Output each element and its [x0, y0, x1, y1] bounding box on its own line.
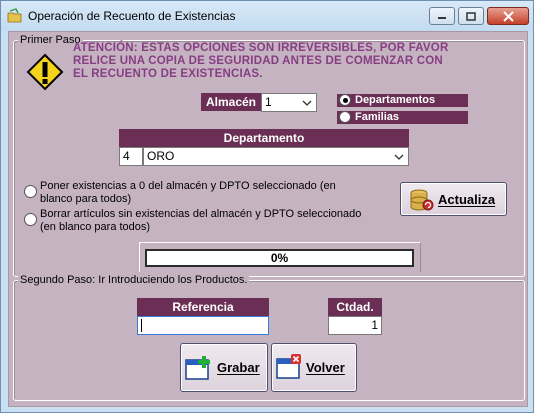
- dialog-body: Primer Paso ATENCIÓN: ESTAS OPCIONES SON…: [8, 31, 528, 407]
- app-folder-icon: [7, 8, 23, 24]
- radio-departamentos-dot[interactable]: [339, 94, 351, 106]
- volver-label: Volver: [306, 360, 345, 375]
- chevron-down-icon[interactable]: [299, 95, 314, 110]
- referencia-label: Referencia: [137, 298, 269, 316]
- title-bar[interactable]: Operación de Recuento de Existencias: [1, 1, 533, 31]
- window-close-icon: [276, 353, 304, 384]
- almacen-label: Almacén: [201, 93, 261, 111]
- window-add-icon: [185, 355, 213, 384]
- actualiza-button[interactable]: Actualiza: [400, 182, 507, 216]
- grabar-button[interactable]: Grabar: [180, 343, 268, 392]
- departamento-code-field[interactable]: 4: [119, 147, 143, 166]
- minimize-button[interactable]: [429, 7, 455, 25]
- maximize-icon: [466, 11, 476, 21]
- departamento-name: ORO: [147, 149, 175, 163]
- option-zero-label: Poner existencias a 0 del almacén y DPTO…: [40, 180, 336, 205]
- progress-bar: 0%: [145, 249, 414, 267]
- actualiza-label: Actualiza: [438, 192, 496, 207]
- step2-legend: Segundo Paso: Ir Introduciendo los Produ…: [18, 274, 250, 286]
- radio-familias-dot[interactable]: [339, 111, 351, 123]
- close-button[interactable]: [487, 7, 529, 25]
- volver-button[interactable]: Volver: [271, 343, 357, 392]
- database-refresh-icon: [407, 186, 435, 217]
- window-title: Operación de Recuento de Existencias: [28, 9, 236, 23]
- step2-group: Segundo Paso: Ir Introduciendo los Produ…: [13, 274, 525, 401]
- ctdad-input[interactable]: 1: [328, 316, 382, 335]
- maximize-button[interactable]: [458, 7, 484, 25]
- window: Operación de Recuento de Existencias Pri…: [0, 0, 534, 413]
- referencia-input[interactable]: [137, 316, 269, 335]
- text-cursor: [141, 319, 142, 332]
- departamento-select[interactable]: ORO: [143, 147, 409, 166]
- option-zero-radio[interactable]: [24, 185, 37, 198]
- warning-icon: [25, 52, 65, 95]
- warning-text: ATENCIÓN: ESTAS OPCIONES SON IRREVERSIBL…: [73, 42, 449, 80]
- close-icon: [502, 10, 514, 22]
- almacen-value: 1: [265, 95, 272, 109]
- almacen-select[interactable]: 1: [261, 93, 317, 112]
- minimize-icon: [438, 17, 446, 19]
- option-delete-radio[interactable]: [24, 213, 37, 226]
- radio-familias-label: Familias: [355, 111, 400, 123]
- departamento-label: Departamento: [119, 129, 409, 147]
- option-delete-label: Borrar artículos sin existencias del alm…: [40, 208, 362, 233]
- grabar-label: Grabar: [217, 360, 260, 375]
- ctdad-label: Ctdad.: [328, 298, 382, 316]
- chevron-down-icon[interactable]: [391, 149, 406, 164]
- progress-text: 0%: [270, 251, 289, 265]
- radio-departamentos-label: Departamentos: [355, 94, 436, 106]
- radio-departamentos[interactable]: Departamentos: [337, 94, 468, 107]
- radio-familias[interactable]: Familias: [337, 111, 468, 124]
